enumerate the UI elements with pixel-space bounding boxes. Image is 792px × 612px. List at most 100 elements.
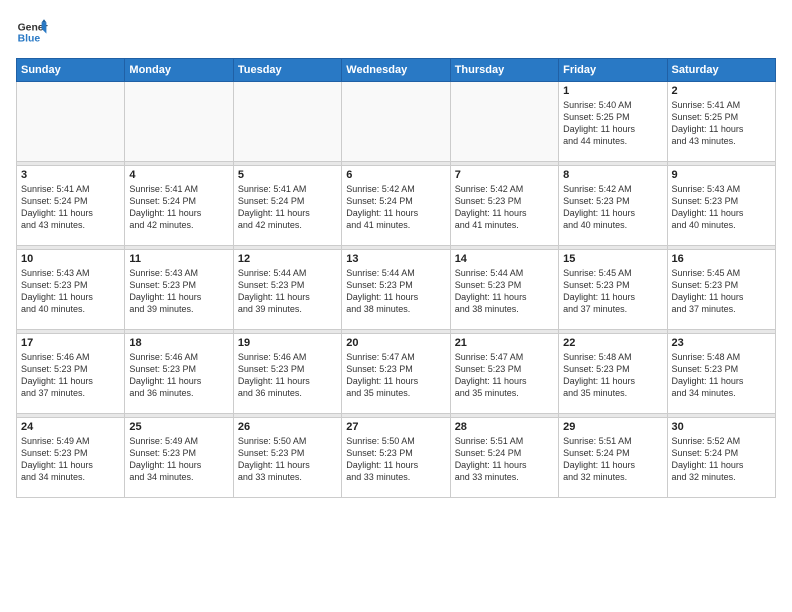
day-number: 22 xyxy=(563,337,662,349)
day-info: Sunrise: 5:50 AM Sunset: 5:23 PM Dayligh… xyxy=(238,435,337,484)
day-info: Sunrise: 5:46 AM Sunset: 5:23 PM Dayligh… xyxy=(129,351,228,400)
day-info: Sunrise: 5:43 AM Sunset: 5:23 PM Dayligh… xyxy=(21,267,120,316)
day-info: Sunrise: 5:46 AM Sunset: 5:23 PM Dayligh… xyxy=(21,351,120,400)
day-info: Sunrise: 5:47 AM Sunset: 5:23 PM Dayligh… xyxy=(346,351,445,400)
calendar-cell: 17Sunrise: 5:46 AM Sunset: 5:23 PM Dayli… xyxy=(17,334,125,414)
calendar-cell: 1 Sunrise: 5:40 AM Sunset: 5:25 PM Daylig… xyxy=(559,82,667,162)
day-info: Sunrise: 5:46 AM Sunset: 5:23 PM Dayligh… xyxy=(238,351,337,400)
calendar-cell xyxy=(450,82,558,162)
calendar-cell: 12 Sunrise: 5:44 AM Sunset: 5:23 PM Dayli… xyxy=(233,250,341,330)
calendar-cell: 20 Sunrise: 5:47 AM Sunset: 5:23 PM Dayli… xyxy=(342,334,450,414)
day-info: Sunrise: 5:52 AM Sunset: 5:24 PM Dayligh… xyxy=(672,435,771,484)
day-info: Sunrise: 5:42 AM Sunset: 5:23 PM Dayligh… xyxy=(455,183,554,232)
day-info: Sunrise: 5:50 AM Sunset: 5:23 PM Dayligh… xyxy=(346,435,445,484)
day-number: 30 xyxy=(672,421,771,433)
calendar-cell: 30 Sunrise: 5:52 AM Sunset: 5:24 PM Dayli… xyxy=(667,418,775,498)
day-info: Sunrise: 5:44 AM Sunset: 5:23 PM Dayligh… xyxy=(346,267,445,316)
svg-text:Blue: Blue xyxy=(18,34,41,45)
day-number: 28 xyxy=(455,421,554,433)
calendar-cell: 22 Sunrise: 5:48 AM Sunset: 5:23 PM Dayli… xyxy=(559,334,667,414)
weekday-header-saturday: Saturday xyxy=(667,59,775,82)
calendar-cell: 7 Sunrise: 5:42 AM Sunset: 5:23 PM Daylig… xyxy=(450,166,558,246)
day-number: 25 xyxy=(129,421,228,433)
day-number: 15 xyxy=(563,253,662,265)
logo: General Blue xyxy=(16,16,48,48)
calendar-cell: 4 Sunrise: 5:41 AM Sunset: 5:24 PM Daylig… xyxy=(125,166,233,246)
day-info: Sunrise: 5:41 AM Sunset: 5:24 PM Dayligh… xyxy=(129,183,228,232)
page-header: General Blue xyxy=(16,16,776,48)
day-number: 21 xyxy=(455,337,554,349)
calendar-week-4: 17Sunrise: 5:46 AM Sunset: 5:23 PM Dayli… xyxy=(17,334,776,414)
logo-icon: General Blue xyxy=(16,16,48,48)
calendar-cell: 23Sunrise: 5:48 AM Sunset: 5:23 PM Dayli… xyxy=(667,334,775,414)
calendar-cell xyxy=(17,82,125,162)
day-info: Sunrise: 5:45 AM Sunset: 5:23 PM Dayligh… xyxy=(672,267,771,316)
day-number: 1 xyxy=(563,85,662,97)
calendar-cell: 9 Sunrise: 5:43 AM Sunset: 5:23 PM Daylig… xyxy=(667,166,775,246)
weekday-header-tuesday: Tuesday xyxy=(233,59,341,82)
day-number: 12 xyxy=(238,253,337,265)
calendar-cell: 2 Sunrise: 5:41 AM Sunset: 5:25 PM Daylig… xyxy=(667,82,775,162)
day-number: 9 xyxy=(672,169,771,181)
day-info: Sunrise: 5:51 AM Sunset: 5:24 PM Dayligh… xyxy=(455,435,554,484)
calendar-cell: 19 Sunrise: 5:46 AM Sunset: 5:23 PM Dayli… xyxy=(233,334,341,414)
weekday-header-friday: Friday xyxy=(559,59,667,82)
day-info: Sunrise: 5:40 AM Sunset: 5:25 PM Dayligh… xyxy=(563,99,662,148)
day-number: 29 xyxy=(563,421,662,433)
day-info: Sunrise: 5:48 AM Sunset: 5:23 PM Dayligh… xyxy=(563,351,662,400)
calendar-cell: 3Sunrise: 5:41 AM Sunset: 5:24 PM Daylig… xyxy=(17,166,125,246)
day-info: Sunrise: 5:41 AM Sunset: 5:25 PM Dayligh… xyxy=(672,99,771,148)
day-number: 11 xyxy=(129,253,228,265)
day-info: Sunrise: 5:47 AM Sunset: 5:23 PM Dayligh… xyxy=(455,351,554,400)
day-number: 14 xyxy=(455,253,554,265)
calendar-cell: 16 Sunrise: 5:45 AM Sunset: 5:23 PM Dayli… xyxy=(667,250,775,330)
weekday-header-thursday: Thursday xyxy=(450,59,558,82)
weekday-header-monday: Monday xyxy=(125,59,233,82)
day-info: Sunrise: 5:43 AM Sunset: 5:23 PM Dayligh… xyxy=(672,183,771,232)
day-info: Sunrise: 5:44 AM Sunset: 5:23 PM Dayligh… xyxy=(238,267,337,316)
weekday-header-wednesday: Wednesday xyxy=(342,59,450,82)
day-info: Sunrise: 5:48 AM Sunset: 5:23 PM Dayligh… xyxy=(672,351,771,400)
day-info: Sunrise: 5:41 AM Sunset: 5:24 PM Dayligh… xyxy=(21,183,120,232)
day-info: Sunrise: 5:42 AM Sunset: 5:23 PM Dayligh… xyxy=(563,183,662,232)
day-info: Sunrise: 5:43 AM Sunset: 5:23 PM Dayligh… xyxy=(129,267,228,316)
day-info: Sunrise: 5:44 AM Sunset: 5:23 PM Dayligh… xyxy=(455,267,554,316)
calendar-cell: 14 Sunrise: 5:44 AM Sunset: 5:23 PM Dayli… xyxy=(450,250,558,330)
calendar-cell xyxy=(233,82,341,162)
day-info: Sunrise: 5:45 AM Sunset: 5:23 PM Dayligh… xyxy=(563,267,662,316)
calendar-cell: 27 Sunrise: 5:50 AM Sunset: 5:23 PM Dayli… xyxy=(342,418,450,498)
calendar-cell: 8 Sunrise: 5:42 AM Sunset: 5:23 PM Daylig… xyxy=(559,166,667,246)
day-number: 8 xyxy=(563,169,662,181)
weekday-header-sunday: Sunday xyxy=(17,59,125,82)
day-number: 27 xyxy=(346,421,445,433)
calendar-cell: 10 Sunrise: 5:43 AM Sunset: 5:23 PM Dayli… xyxy=(17,250,125,330)
calendar-cell: 25Sunrise: 5:49 AM Sunset: 5:23 PM Dayli… xyxy=(125,418,233,498)
calendar-cell xyxy=(342,82,450,162)
calendar-cell: 5Sunrise: 5:41 AM Sunset: 5:24 PM Daylig… xyxy=(233,166,341,246)
day-number: 10 xyxy=(21,253,120,265)
day-number: 18 xyxy=(129,337,228,349)
calendar-cell: 6 Sunrise: 5:42 AM Sunset: 5:24 PM Daylig… xyxy=(342,166,450,246)
calendar-table: SundayMondayTuesdayWednesdayThursdayFrid… xyxy=(16,58,776,498)
calendar-cell: 29 Sunrise: 5:51 AM Sunset: 5:24 PM Dayli… xyxy=(559,418,667,498)
calendar-cell: 18 Sunrise: 5:46 AM Sunset: 5:23 PM Dayli… xyxy=(125,334,233,414)
day-number: 5 xyxy=(238,169,337,181)
day-number: 4 xyxy=(129,169,228,181)
calendar-cell xyxy=(125,82,233,162)
calendar-cell: 26 Sunrise: 5:50 AM Sunset: 5:23 PM Dayli… xyxy=(233,418,341,498)
day-number: 16 xyxy=(672,253,771,265)
day-number: 2 xyxy=(672,85,771,97)
day-number: 7 xyxy=(455,169,554,181)
calendar-cell: 24Sunrise: 5:49 AM Sunset: 5:23 PM Dayli… xyxy=(17,418,125,498)
day-number: 19 xyxy=(238,337,337,349)
day-info: Sunrise: 5:49 AM Sunset: 5:23 PM Dayligh… xyxy=(21,435,120,484)
day-info: Sunrise: 5:51 AM Sunset: 5:24 PM Dayligh… xyxy=(563,435,662,484)
day-number: 6 xyxy=(346,169,445,181)
day-number: 26 xyxy=(238,421,337,433)
day-number: 13 xyxy=(346,253,445,265)
day-number: 20 xyxy=(346,337,445,349)
calendar-cell: 28 Sunrise: 5:51 AM Sunset: 5:24 PM Dayli… xyxy=(450,418,558,498)
calendar-cell: 15 Sunrise: 5:45 AM Sunset: 5:23 PM Dayli… xyxy=(559,250,667,330)
day-info: Sunrise: 5:42 AM Sunset: 5:24 PM Dayligh… xyxy=(346,183,445,232)
calendar-cell: 21 Sunrise: 5:47 AM Sunset: 5:23 PM Dayli… xyxy=(450,334,558,414)
